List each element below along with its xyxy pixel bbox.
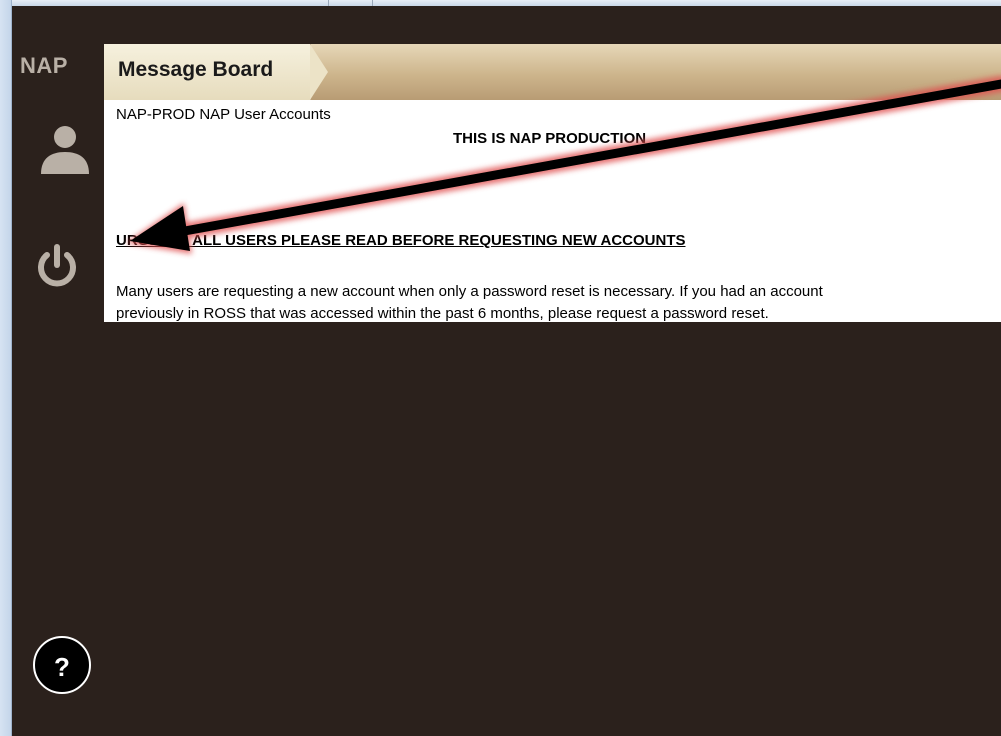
tab-message-board-label: Message Board [118,58,274,81]
user-icon[interactable] [37,124,93,176]
urgent-notice: URGENT - ALL USERS PLEASE READ BEFORE RE… [116,232,686,249]
message-banner: THIS IS NAP PRODUCTION [453,130,647,147]
message-body: Many users are requesting a new account … [116,281,996,322]
power-icon[interactable] [35,243,79,289]
brand-logo: NAP [20,53,68,78]
tab-arrow [310,44,328,100]
message-header: NAP-PROD NAP User Accounts [116,106,331,123]
message-body-line: previously in ROSS that was accessed wit… [116,305,769,322]
window-frame [0,0,12,736]
help-icon[interactable]: ? [33,636,91,694]
message-body-line: Many users are requesting a new account … [116,283,823,300]
message-board-panel: NAP-PROD NAP User Accounts THIS IS NAP P… [104,100,1001,322]
